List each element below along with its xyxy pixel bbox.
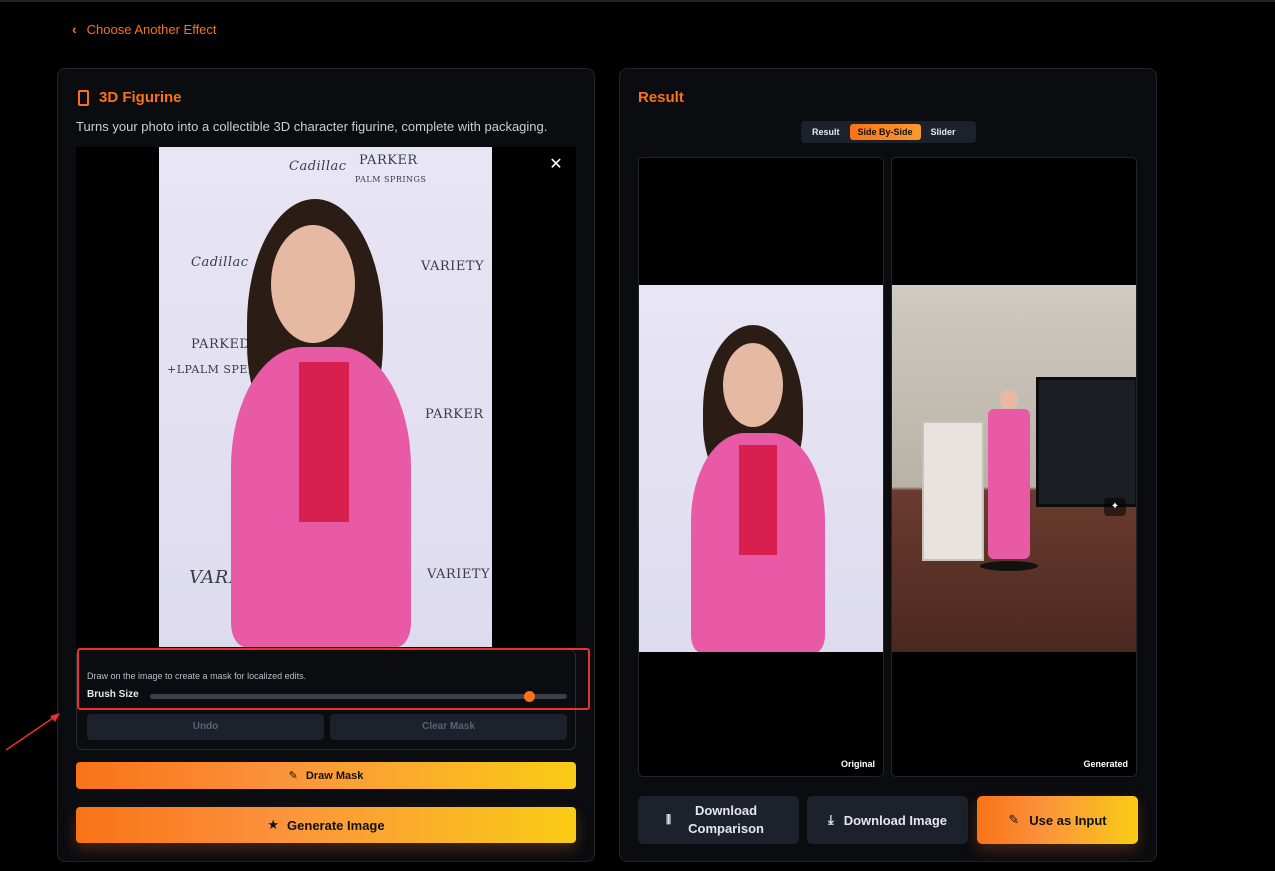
wall-logo: Cadillac bbox=[289, 159, 347, 174]
download-image-button[interactable]: ⤓ Download Image bbox=[807, 796, 968, 844]
figurine-base bbox=[980, 561, 1038, 571]
edit-icon: ✎ bbox=[1008, 812, 1020, 827]
figurine-body bbox=[988, 409, 1030, 559]
magic-wand-icon[interactable]: ✦ bbox=[1104, 498, 1126, 516]
annotation-highlight bbox=[77, 648, 590, 710]
effect-panel: 3D Figurine Turns your photo into a coll… bbox=[57, 68, 595, 862]
pencil-icon: ✎ bbox=[288, 770, 298, 782]
wall-logo: VARIETY bbox=[427, 567, 491, 582]
original-image bbox=[639, 285, 883, 652]
back-link-label: Choose Another Effect bbox=[86, 21, 217, 37]
generated-image bbox=[892, 285, 1136, 652]
annotation-arrow-icon bbox=[5, 713, 60, 751]
sliders-icon: ⫼ bbox=[665, 813, 672, 826]
wall-logo: Cadillac bbox=[191, 255, 249, 270]
download-comparison-label: Download Comparison bbox=[688, 803, 764, 836]
download-image-label: Download Image bbox=[843, 812, 948, 828]
generated-preview: ✦ Generated bbox=[891, 157, 1137, 777]
use-as-input-label: Use as Input bbox=[1029, 812, 1107, 828]
wall-logo: VARIETY bbox=[421, 259, 485, 274]
source-photo: Cadillac PARKER PALM SPRINGS Cadillac VA… bbox=[159, 147, 492, 647]
generate-image-button[interactable]: ★ Generate Image bbox=[76, 807, 576, 843]
phone-icon bbox=[78, 89, 89, 106]
wall-logo: PALM SPRINGS bbox=[355, 175, 427, 184]
effect-title-text: 3D Figurine bbox=[99, 89, 182, 106]
top-border bbox=[0, 0, 1275, 2]
close-icon[interactable]: ✕ bbox=[546, 155, 566, 175]
draw-mask-button[interactable]: ✎ Draw Mask bbox=[76, 762, 576, 789]
view-mode-side-by-side[interactable]: Side By-Side bbox=[849, 124, 921, 140]
figurine-head bbox=[1000, 389, 1018, 411]
generated-label: Generated bbox=[1083, 759, 1128, 769]
choose-another-effect-link[interactable]: ‹ Choose Another Effect bbox=[72, 21, 217, 37]
view-mode-slider[interactable]: Slider bbox=[923, 124, 964, 140]
person-face bbox=[271, 225, 355, 343]
wall-logo: PARKER bbox=[359, 153, 418, 168]
result-title: Result bbox=[638, 89, 684, 106]
person-top bbox=[739, 445, 777, 555]
chevron-left-icon: ‹ bbox=[72, 21, 77, 37]
view-mode-result[interactable]: Result bbox=[804, 124, 848, 140]
wall-logo: PARKER bbox=[425, 407, 484, 422]
person-top bbox=[299, 362, 349, 522]
view-mode-toggle: Result Side By-Side Slider bbox=[801, 121, 976, 143]
figurine-box bbox=[922, 421, 984, 561]
monitor bbox=[1036, 377, 1136, 507]
star-icon: ★ bbox=[267, 817, 280, 832]
effect-title: 3D Figurine bbox=[78, 89, 182, 106]
person-face bbox=[723, 343, 783, 427]
wall-logo: PARKED bbox=[191, 337, 251, 352]
effect-description: Turns your photo into a collectible 3D c… bbox=[76, 119, 548, 134]
draw-mask-label: Draw Mask bbox=[305, 769, 364, 782]
download-comparison-button[interactable]: ⫼ Download Comparison bbox=[638, 796, 799, 844]
generate-image-label: Generate Image bbox=[287, 817, 385, 833]
undo-button[interactable]: Undo bbox=[87, 714, 324, 740]
clear-mask-button[interactable]: Clear Mask bbox=[330, 714, 567, 740]
use-as-input-button[interactable]: ✎ Use as Input bbox=[977, 796, 1138, 844]
original-label: Original bbox=[840, 759, 875, 769]
result-panel: Result Result Side By-Side Slider Origin… bbox=[619, 68, 1157, 862]
download-icon: ⤓ bbox=[827, 812, 834, 827]
original-preview: Original bbox=[638, 157, 884, 777]
